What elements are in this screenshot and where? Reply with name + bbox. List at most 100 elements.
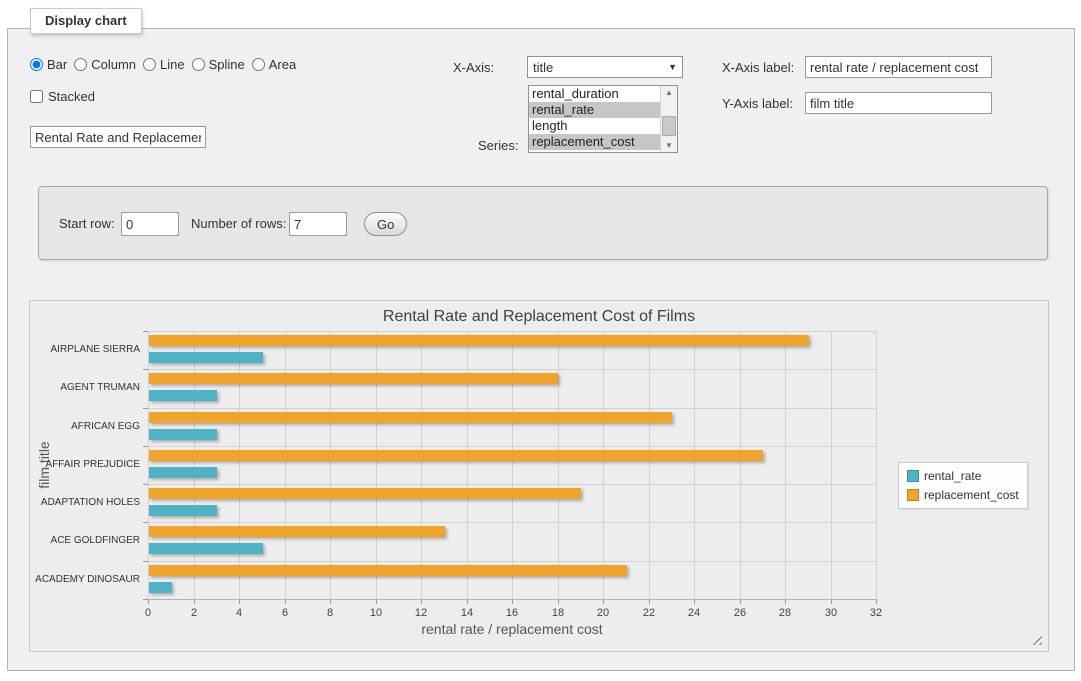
- stacked-checkbox[interactable]: [30, 90, 43, 103]
- x-tick-label: 22: [634, 607, 664, 619]
- gridline-h: [148, 408, 876, 409]
- x-tick-label: 14: [452, 607, 482, 619]
- bar-replacement_cost[interactable]: [149, 526, 445, 537]
- gridline-h: [148, 369, 876, 370]
- start-row-input[interactable]: [121, 212, 179, 236]
- bar-replacement_cost[interactable]: [149, 488, 581, 499]
- chart-type-radio-area[interactable]: [252, 58, 265, 71]
- x-tick-label: 26: [725, 607, 755, 619]
- x-axis-title: rental rate / replacement cost: [148, 621, 876, 637]
- x-tick-label: 4: [224, 607, 254, 619]
- chart-type-option-area[interactable]: Area: [252, 57, 296, 72]
- gridline-h: [148, 561, 876, 562]
- chart-type-label: Area: [269, 57, 296, 72]
- bar-replacement_cost[interactable]: [149, 565, 627, 576]
- chart-type-label: Column: [91, 57, 136, 72]
- y-tick: [143, 331, 148, 332]
- resize-grip-icon[interactable]: [1029, 632, 1042, 645]
- chart-type-radio-spline[interactable]: [192, 58, 205, 71]
- series-option-rental_rate[interactable]: rental_rate: [529, 102, 660, 118]
- x-tick-label: 8: [315, 607, 345, 619]
- gridline-v: [558, 331, 559, 599]
- fieldset-legend: Display chart: [30, 8, 142, 34]
- bar-rental_rate[interactable]: [149, 429, 217, 440]
- gridline-v: [376, 331, 377, 599]
- x-tick: [876, 599, 877, 604]
- chart-title: Rental Rate and Replacement Cost of Film…: [30, 308, 1048, 326]
- series-option-rental_duration[interactable]: rental_duration: [529, 86, 660, 102]
- x-axis-label-input[interactable]: [805, 56, 992, 78]
- x-axis-select-label: X-Axis:: [453, 60, 494, 75]
- x-tick-label: 24: [679, 607, 709, 619]
- scrollbar-thumb[interactable]: [662, 116, 676, 136]
- y-tick: [143, 484, 148, 485]
- gridline-v: [831, 331, 832, 599]
- chart-type-radio-line[interactable]: [143, 58, 156, 71]
- chart-type-option-spline[interactable]: Spline: [192, 57, 245, 72]
- gridline-v: [421, 331, 422, 599]
- bar-rental_rate[interactable]: [149, 352, 263, 363]
- chart-type-option-line[interactable]: Line: [143, 57, 185, 72]
- gridline-v: [649, 331, 650, 599]
- x-tick-label: 16: [497, 607, 527, 619]
- gridline-v: [467, 331, 468, 599]
- chart-title-input[interactable]: [30, 126, 206, 148]
- x-tick-label: 12: [406, 607, 436, 619]
- bar-replacement_cost[interactable]: [149, 412, 672, 423]
- gridline-v: [603, 331, 604, 599]
- y-tick: [143, 408, 148, 409]
- series-scrollbar[interactable]: ▲ ▼: [660, 86, 677, 152]
- gridline-v: [148, 331, 149, 599]
- go-button[interactable]: Go: [364, 212, 407, 236]
- bar-replacement_cost[interactable]: [149, 450, 763, 461]
- series-label: Series:: [478, 138, 518, 153]
- x-tick-label: 18: [543, 607, 573, 619]
- x-axis-select[interactable]: title ▼: [527, 56, 683, 78]
- stacked-label: Stacked: [48, 89, 95, 104]
- chart-type-label: Spline: [209, 57, 245, 72]
- chart-type-radio-column[interactable]: [74, 58, 87, 71]
- legend-item-rental_rate[interactable]: rental_rate: [907, 469, 1019, 483]
- chart-type-option-bar[interactable]: Bar: [30, 57, 67, 72]
- x-tick-label: 6: [270, 607, 300, 619]
- y-axis-label-input[interactable]: [805, 92, 992, 114]
- chart-container: Rental Rate and Replacement Cost of Film…: [29, 300, 1049, 652]
- scroll-up-icon[interactable]: ▲: [661, 86, 677, 99]
- bar-replacement_cost[interactable]: [149, 373, 558, 384]
- gridline-v: [239, 331, 240, 599]
- legend-label: replacement_cost: [924, 488, 1019, 502]
- y-tick: [143, 369, 148, 370]
- bar-replacement_cost[interactable]: [149, 335, 809, 346]
- x-axis-label-label: X-Axis label:: [722, 60, 794, 75]
- bar-rental_rate[interactable]: [149, 390, 217, 401]
- bar-rental_rate[interactable]: [149, 582, 172, 593]
- bar-rental_rate[interactable]: [149, 467, 217, 478]
- bar-rental_rate[interactable]: [149, 505, 217, 516]
- chart-type-option-column[interactable]: Column: [74, 57, 136, 72]
- bar-rental_rate[interactable]: [149, 543, 263, 554]
- series-option-length[interactable]: length: [529, 118, 660, 134]
- gridline-h: [148, 446, 876, 447]
- series-options: rental_durationrental_ratelengthreplacem…: [529, 86, 660, 152]
- y-axis-title: film title: [36, 395, 52, 535]
- num-rows-input[interactable]: [289, 212, 347, 236]
- gridline-v: [285, 331, 286, 599]
- legend-label: rental_rate: [924, 469, 981, 483]
- series-option-replacement_cost[interactable]: replacement_cost: [529, 134, 660, 150]
- gridline-v: [740, 331, 741, 599]
- gridline-v: [194, 331, 195, 599]
- legend-item-replacement_cost[interactable]: replacement_cost: [907, 488, 1019, 502]
- gridline-v: [694, 331, 695, 599]
- scroll-down-icon[interactable]: ▼: [661, 139, 677, 152]
- series-listbox[interactable]: rental_durationrental_ratelengthreplacem…: [528, 85, 678, 153]
- category-label: ACADEMY DINOSAUR: [30, 561, 140, 599]
- gridline-v: [785, 331, 786, 599]
- legend-swatch: [907, 489, 919, 501]
- y-tick: [143, 522, 148, 523]
- chart-type-radio-bar[interactable]: [30, 58, 43, 71]
- start-row-label: Start row:: [59, 212, 115, 236]
- gridline-v: [876, 331, 877, 599]
- gridline-h: [148, 522, 876, 523]
- category-label: AIRPLANE SIERRA: [30, 331, 140, 369]
- gridline-h: [148, 331, 876, 332]
